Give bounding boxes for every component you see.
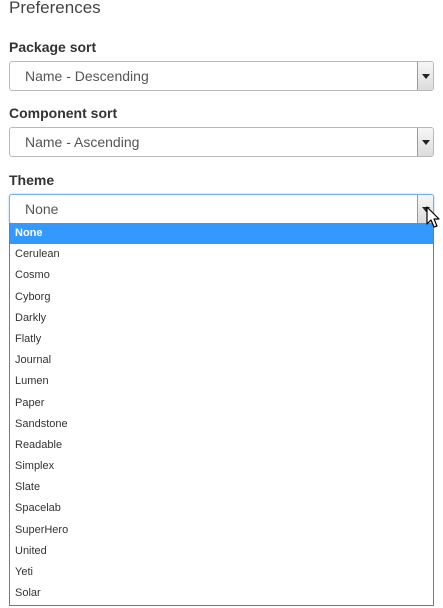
component-sort-value: Name - Ascending (25, 134, 140, 150)
theme-option-paper[interactable]: Paper (10, 393, 433, 414)
theme-option-cyborg[interactable]: Cyborg (10, 287, 433, 308)
theme-option-slate[interactable]: Slate (10, 477, 433, 498)
package-sort-value: Name - Descending (25, 68, 149, 84)
theme-option-cerulean[interactable]: Cerulean (10, 244, 433, 265)
chevron-down-icon[interactable] (417, 62, 433, 90)
page-title: Preferences (9, 0, 101, 17)
theme-option-journal[interactable]: Journal (10, 350, 433, 371)
theme-option-darkly[interactable]: Darkly (10, 308, 433, 329)
theme-option-yeti[interactable]: Yeti (10, 562, 433, 583)
package-sort-select[interactable]: Name - Descending (9, 61, 434, 91)
theme-option-none[interactable]: None (10, 223, 433, 245)
theme-option-cosmo[interactable]: Cosmo (10, 265, 433, 286)
theme-option-sandstone[interactable]: Sandstone (10, 414, 433, 435)
theme-option-lumen[interactable]: Lumen (10, 371, 433, 392)
theme-option-readable[interactable]: Readable (10, 435, 433, 456)
theme-option-flatly[interactable]: Flatly (10, 329, 433, 350)
theme-value: None (25, 201, 59, 217)
theme-option-superhero[interactable]: SuperHero (10, 520, 433, 541)
mouse-pointer-icon (426, 206, 440, 228)
theme-dropdown-list: None Cerulean Cosmo Cyborg Darkly Flatly Journ… (9, 223, 434, 606)
preferences-page: Preferences Package sort Name - Descendi… (0, 0, 443, 608)
component-sort-select[interactable]: Name - Ascending (9, 127, 434, 157)
theme-option-united[interactable]: United (10, 541, 433, 562)
theme-option-spacelab[interactable]: Spacelab (10, 498, 433, 519)
theme-select[interactable]: None (9, 194, 434, 224)
chevron-down-icon[interactable] (417, 128, 433, 156)
theme-label: Theme (9, 172, 55, 188)
package-sort-label: Package sort (9, 39, 97, 55)
theme-option-simplex[interactable]: Simplex (10, 456, 433, 477)
theme-option-solar[interactable]: Solar (10, 583, 433, 604)
component-sort-label: Component sort (9, 105, 118, 121)
